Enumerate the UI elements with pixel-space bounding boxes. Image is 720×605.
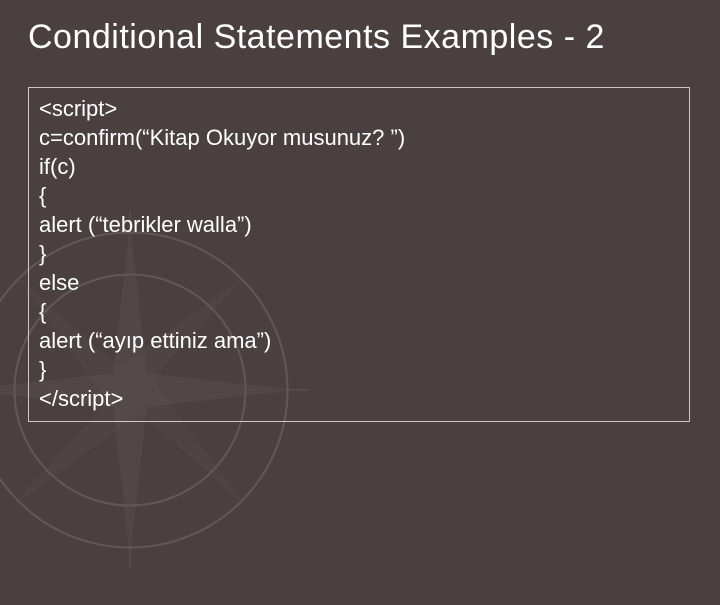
code-line: } <box>39 239 679 268</box>
code-line: </script> <box>39 384 679 413</box>
code-line: else <box>39 268 679 297</box>
code-line: <script> <box>39 94 679 123</box>
code-line: alert (“ayıp ettiniz ama”) <box>39 326 679 355</box>
slide-title: Conditional Statements Examples - 2 <box>28 18 692 57</box>
code-line: { <box>39 297 679 326</box>
code-line: if(c) <box>39 152 679 181</box>
code-example-box: <script> c=confirm(“Kitap Okuyor musunuz… <box>28 87 690 422</box>
code-line: { <box>39 181 679 210</box>
code-line: c=confirm(“Kitap Okuyor musunuz? ”) <box>39 123 679 152</box>
code-line: alert (“tebrikler walla”) <box>39 210 679 239</box>
code-line: } <box>39 355 679 384</box>
slide-container: Conditional Statements Examples - 2 <scr… <box>0 0 720 540</box>
